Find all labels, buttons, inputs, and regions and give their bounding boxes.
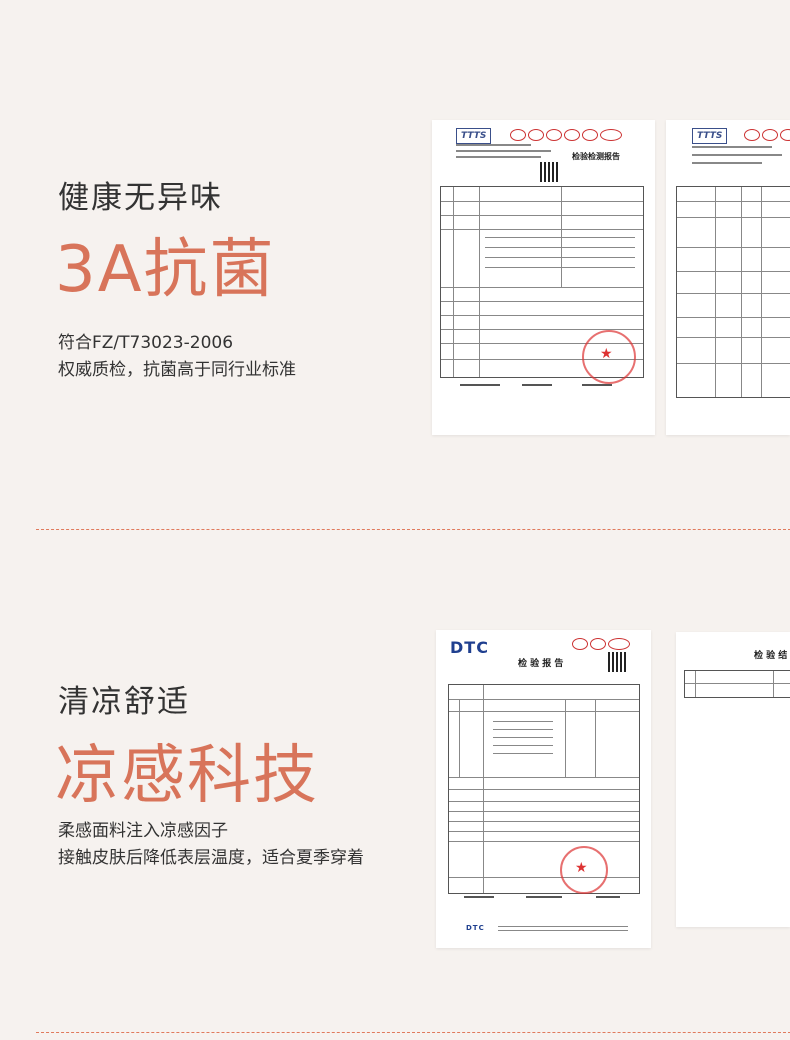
cnas-badge-icon [600, 129, 622, 141]
certification-badge-icon [590, 638, 606, 650]
report-title: 检验检测报告 [572, 152, 620, 161]
cooling-description: 柔感面料注入凉感因子 接触皮肤后降低表层温度，适合夏季穿着 [58, 818, 364, 872]
tts-logo: TTTS [456, 128, 492, 144]
certification-badge-icon [546, 129, 562, 141]
test-report-image-3: 检 验 结 [676, 632, 790, 927]
dtc-test-report-image: DTC 检 验 报 告 ★ DTC [436, 630, 651, 948]
seal-star-icon: ★ [575, 860, 588, 876]
cooling-section: 清凉舒适 凉感科技 柔感面料注入凉感因子 接触皮肤后降低表层温度，适合夏季穿着 … [0, 540, 790, 1040]
cma-badge-icon [762, 129, 778, 141]
qr-code-icon [608, 652, 628, 672]
cma-badge-icon [572, 638, 588, 650]
section-divider [36, 529, 790, 530]
test-report-image: TTTS 检验检测报告 ★ [432, 120, 655, 435]
antibacterial-desc-line-1: 符合FZ/T73023-2006 [58, 333, 234, 353]
dtc-footer-logo: DTC [466, 924, 485, 932]
antibacterial-heading: 健康无异味 [58, 180, 223, 216]
antibacterial-desc-line-2: 权威质检，抗菌高于同行业标准 [58, 360, 296, 380]
cooling-highlight: 凉感科技 [55, 739, 319, 813]
cma-badge-icon [744, 129, 760, 141]
report-title: 检 验 结 [754, 651, 788, 661]
report-title: 检 验 报 告 [518, 659, 564, 669]
report-table [448, 684, 640, 894]
antibacterial-section: 健康无异味 3A抗菌 符合FZ/T73023-2006 权威质检，抗菌高于同行业… [0, 0, 790, 520]
signature [582, 384, 612, 386]
signature [460, 384, 500, 386]
signature [522, 384, 552, 386]
antibacterial-description: 符合FZ/T73023-2006 权威质检，抗菌高于同行业标准 [58, 330, 296, 384]
cooling-heading: 清凉舒适 [58, 684, 190, 720]
cnas-badge-icon [608, 638, 630, 650]
signature [526, 896, 562, 898]
signature [596, 896, 620, 898]
report-table [684, 670, 790, 698]
certification-badge-icon [564, 129, 580, 141]
section-divider [36, 1032, 790, 1033]
cooling-desc-line-2: 接触皮肤后降低表层温度，适合夏季穿着 [58, 848, 364, 868]
certification-badge-icon [582, 129, 598, 141]
antibacterial-highlight: 3A抗菌 [55, 233, 276, 307]
report-table [676, 186, 790, 398]
seal-star-icon: ★ [600, 346, 613, 362]
test-report-image-2: TTTS [666, 120, 790, 435]
signature [464, 896, 494, 898]
certification-badge-icon [780, 129, 790, 141]
cma-badge-icon [528, 129, 544, 141]
cooling-desc-line-1: 柔感面料注入凉感因子 [58, 821, 228, 841]
tts-logo: TTTS [692, 128, 728, 144]
qr-code-icon [540, 162, 560, 182]
dtc-logo: DTC [450, 638, 489, 657]
cma-badge-icon [510, 129, 526, 141]
